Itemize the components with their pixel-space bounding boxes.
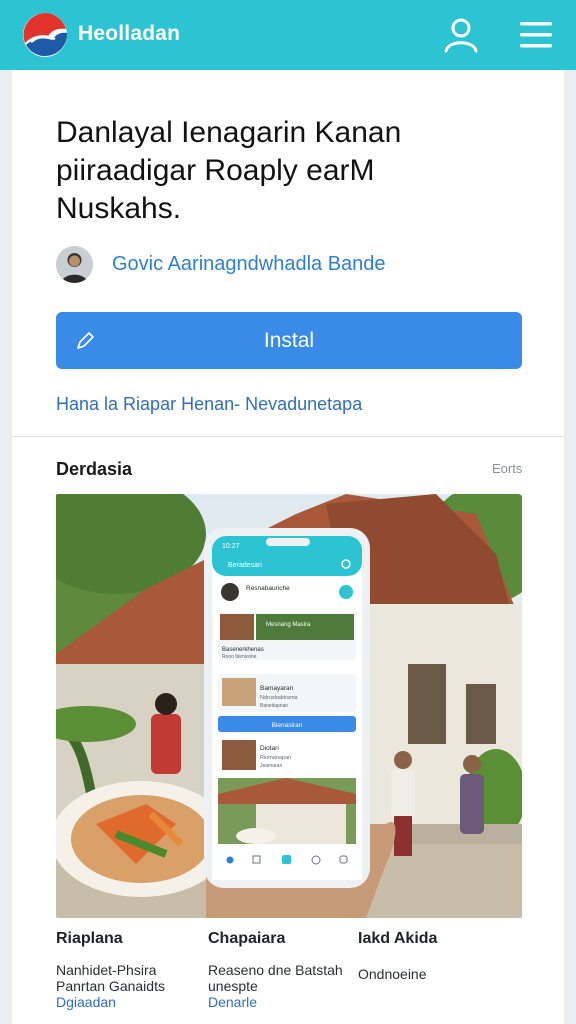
info-heading: Iakd Akida <box>358 930 438 947</box>
screenshots-section-title: Derdasia <box>56 459 133 479</box>
developer-avatar[interactable] <box>56 246 93 283</box>
phone-card1-title: Mesnang Masira <box>266 622 311 628</box>
app-screenshot[interactable]: 10:27 Beradesari Resnabauriche Mesnang M… <box>56 494 522 918</box>
developer-link[interactable]: Hana la Riapar Henan- Nevadunetapa <box>56 394 362 415</box>
hamburger-menu-icon[interactable] <box>514 16 558 54</box>
phone-card2-subtitle: Ndrusbaktrama <box>260 695 299 701</box>
phone-item-meta: Jeamaran <box>260 763 282 769</box>
phone-card1-meta: Rooo blenssine <box>222 654 257 660</box>
phone-app-header: Beradesari <box>228 562 262 569</box>
screenshots-more-link[interactable]: Eorts <box>492 461 522 476</box>
install-button[interactable]: Instal <box>56 312 522 369</box>
info-line: Ondnoeine <box>358 966 427 982</box>
phone-card1-subtitle: Basenerkhenas <box>222 647 264 653</box>
phone-profile-text: Resnabauriche <box>246 585 290 592</box>
divider <box>12 436 564 437</box>
info-line: Panrtan Ganaidts <box>56 978 165 994</box>
info-heading: Riaplana <box>56 930 123 947</box>
info-line: unespte <box>208 978 258 994</box>
info-column-3: Iakd Akida Ondnoeine <box>358 930 508 982</box>
phone-button-label: Bienasiran <box>272 722 303 729</box>
info-column-1: Riaplana Nanhidet-Phsira Panrtan Ganaidt… <box>56 930 206 1010</box>
user-icon[interactable] <box>440 14 482 56</box>
info-link[interactable]: Dgiaadan <box>56 994 206 1010</box>
app-detail-card: Danlayal Ienagarin Kanan piiraadigar Roa… <box>12 70 564 1024</box>
install-label: Instal <box>263 329 315 352</box>
info-line: Nanhidet-Phsira <box>56 962 157 978</box>
phone-status-time: 10:27 <box>222 543 240 550</box>
app-title: Danlayal Ienagarin Kanan piiraadigar Roa… <box>56 116 402 225</box>
developer-name[interactable]: Govic Aarinagndwhadla Bande <box>112 253 386 276</box>
phone-card2-title: Bamayaran <box>260 685 294 692</box>
info-heading: Chapaiara <box>208 930 286 947</box>
phone-item-subtitle: Riomanapan <box>260 755 291 761</box>
top-app-bar: Heolladan <box>0 0 576 70</box>
info-column-2: Chapaiara Reaseno dne Batstah unespte De… <box>208 930 358 1010</box>
brand-name: Heolladan <box>78 22 181 45</box>
phone-item-title: Diotari <box>260 745 279 752</box>
bird-logo-icon[interactable] <box>22 12 68 58</box>
phone-card2-meta: Baneitapnan <box>260 703 288 709</box>
info-line: Reaseno dne Batstah <box>208 962 343 978</box>
info-link[interactable]: Denarle <box>208 994 358 1010</box>
